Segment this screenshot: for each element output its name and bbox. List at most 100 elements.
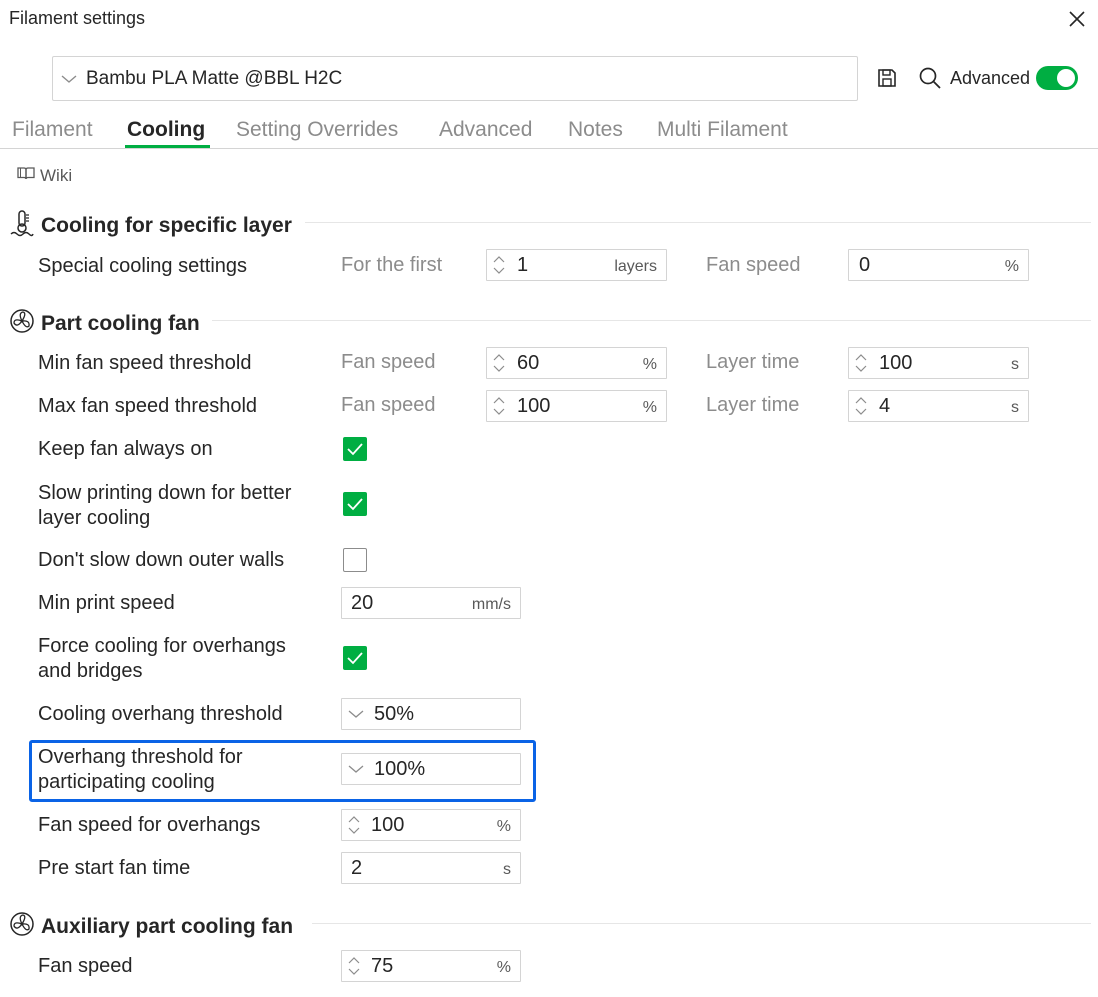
tab-filament[interactable]: Filament bbox=[12, 118, 93, 142]
checkmark-icon bbox=[347, 443, 363, 456]
overhang-threshold-value: 50% bbox=[374, 703, 415, 725]
aux-fan-speed-input[interactable]: 75 % bbox=[341, 950, 521, 982]
overhang-threshold-dropdown[interactable]: 50% bbox=[341, 698, 521, 730]
max-layer-time-value: 4 bbox=[879, 395, 891, 417]
first-layers-value: 1 bbox=[517, 254, 529, 276]
percent-unit: % bbox=[1004, 258, 1019, 275]
special-fan-speed-input[interactable]: 0 % bbox=[848, 249, 1029, 281]
section-title: Auxiliary part cooling fan bbox=[41, 914, 294, 938]
advanced-label: Advanced bbox=[950, 68, 1031, 88]
layers-unit: layers bbox=[614, 258, 657, 275]
advanced-toggle[interactable] bbox=[1036, 66, 1078, 90]
toggle-knob bbox=[1057, 69, 1075, 87]
keep-fan-on-checkbox[interactable] bbox=[343, 437, 367, 461]
save-icon[interactable] bbox=[876, 67, 898, 89]
section-divider bbox=[212, 320, 1091, 321]
min-fan-threshold-label: Min fan speed threshold bbox=[38, 352, 252, 374]
pre-start-fan-value: 2 bbox=[351, 857, 363, 879]
special-cooling-label: Special cooling settings bbox=[38, 255, 248, 277]
spinner-icon[interactable] bbox=[346, 813, 362, 837]
overhang-fan-speed-value: 100 bbox=[371, 814, 405, 836]
min-print-speed-value: 20 bbox=[351, 592, 374, 614]
aux-fan-speed-label: Fan speed bbox=[38, 955, 133, 977]
max-fan-speed-value: 100 bbox=[517, 395, 551, 417]
slow-down-label-line1: Slow printing down for better bbox=[38, 482, 292, 504]
overhang-threshold-label: Cooling overhang threshold bbox=[38, 703, 283, 725]
slow-down-label-line2: layer cooling bbox=[38, 507, 151, 529]
spinner-icon[interactable] bbox=[853, 351, 869, 375]
chevron-down-icon bbox=[61, 71, 77, 89]
mm-per-s-unit: mm/s bbox=[471, 596, 511, 613]
min-fan-speed-value: 60 bbox=[517, 352, 540, 374]
percent-unit: % bbox=[642, 399, 657, 416]
min-print-speed-label: Min print speed bbox=[38, 592, 175, 614]
tabs-divider bbox=[0, 148, 1098, 149]
max-fan-threshold-label: Max fan speed threshold bbox=[38, 395, 258, 417]
spinner-icon[interactable] bbox=[346, 954, 362, 978]
keep-fan-on-label: Keep fan always on bbox=[38, 438, 213, 460]
tab-setting-overrides[interactable]: Setting Overrides bbox=[236, 118, 398, 142]
checkmark-icon bbox=[347, 498, 363, 511]
checkmark-icon bbox=[347, 652, 363, 665]
spinner-icon[interactable] bbox=[491, 253, 507, 277]
spinner-icon[interactable] bbox=[491, 351, 507, 375]
slow-down-checkbox[interactable] bbox=[343, 492, 367, 516]
overhang-fan-speed-input[interactable]: 100 % bbox=[341, 809, 521, 841]
participating-threshold-dropdown[interactable]: 100% bbox=[341, 753, 521, 785]
max-fan-speed-input[interactable]: 100 % bbox=[486, 390, 667, 422]
tab-multi-filament[interactable]: Multi Filament bbox=[657, 118, 788, 142]
overhang-fan-speed-label: Fan speed for overhangs bbox=[38, 814, 261, 836]
special-fan-speed-value: 0 bbox=[859, 254, 871, 276]
min-fan-speed-input[interactable]: 60 % bbox=[486, 347, 667, 379]
aux-fan-speed-value: 75 bbox=[371, 955, 394, 977]
force-cooling-checkbox[interactable] bbox=[343, 646, 367, 670]
participating-threshold-value: 100% bbox=[374, 758, 426, 780]
fan-speed-label: Fan speed bbox=[706, 254, 801, 276]
wiki-label: Wiki bbox=[40, 165, 73, 185]
force-cooling-label-line1: Force cooling for overhangs bbox=[38, 635, 286, 657]
no-slow-outer-walls-label: Don't slow down outer walls bbox=[38, 549, 285, 571]
section-title: Part cooling fan bbox=[41, 311, 200, 335]
layer-time-label: Layer time bbox=[706, 394, 800, 416]
close-icon[interactable] bbox=[1064, 6, 1090, 32]
preset-name: Bambu PLA Matte @BBL H2C bbox=[86, 68, 343, 89]
seconds-unit: s bbox=[1011, 356, 1019, 373]
section-part-cooling-fan: Part cooling fan bbox=[9, 308, 200, 339]
tab-cooling[interactable]: Cooling bbox=[127, 118, 205, 142]
fan-icon bbox=[9, 308, 35, 339]
preset-dropdown[interactable]: Bambu PLA Matte @BBL H2C bbox=[52, 56, 858, 101]
wiki-link[interactable]: Wiki bbox=[16, 165, 72, 186]
first-layers-input[interactable]: 1 layers bbox=[486, 249, 667, 281]
chevron-down-icon bbox=[348, 710, 364, 718]
min-print-speed-input[interactable]: 20 mm/s bbox=[341, 587, 521, 619]
tab-advanced[interactable]: Advanced bbox=[439, 118, 532, 142]
spinner-icon[interactable] bbox=[853, 394, 869, 418]
seconds-unit: s bbox=[1011, 399, 1019, 416]
section-title: Cooling for specific layer bbox=[41, 213, 292, 237]
section-divider bbox=[312, 923, 1091, 924]
percent-unit: % bbox=[496, 818, 511, 835]
seconds-unit: s bbox=[503, 861, 511, 878]
pre-start-fan-label: Pre start fan time bbox=[38, 857, 191, 879]
participating-label-line2: participating cooling bbox=[38, 771, 215, 793]
section-specific-layer: Cooling for specific layer bbox=[9, 209, 292, 242]
layer-time-label: Layer time bbox=[706, 351, 800, 373]
min-layer-time-value: 100 bbox=[879, 352, 913, 374]
window-title: Filament settings bbox=[9, 8, 146, 28]
min-layer-time-input[interactable]: 100 s bbox=[848, 347, 1029, 379]
participating-label-line1: Overhang threshold for bbox=[38, 746, 243, 768]
tab-notes[interactable]: Notes bbox=[568, 118, 623, 142]
max-layer-time-input[interactable]: 4 s bbox=[848, 390, 1029, 422]
fan-icon bbox=[9, 911, 35, 942]
pre-start-fan-input[interactable]: 2 s bbox=[341, 852, 521, 884]
thermometer-icon bbox=[9, 209, 35, 242]
search-icon[interactable] bbox=[918, 66, 942, 90]
spinner-icon[interactable] bbox=[491, 394, 507, 418]
no-slow-outer-walls-checkbox[interactable] bbox=[343, 548, 367, 572]
percent-unit: % bbox=[642, 356, 657, 373]
fan-speed-label: Fan speed bbox=[341, 394, 436, 416]
percent-unit: % bbox=[496, 959, 511, 976]
chevron-down-icon bbox=[348, 765, 364, 773]
fan-speed-label: Fan speed bbox=[341, 351, 436, 373]
force-cooling-label-line2: and bridges bbox=[38, 660, 143, 682]
